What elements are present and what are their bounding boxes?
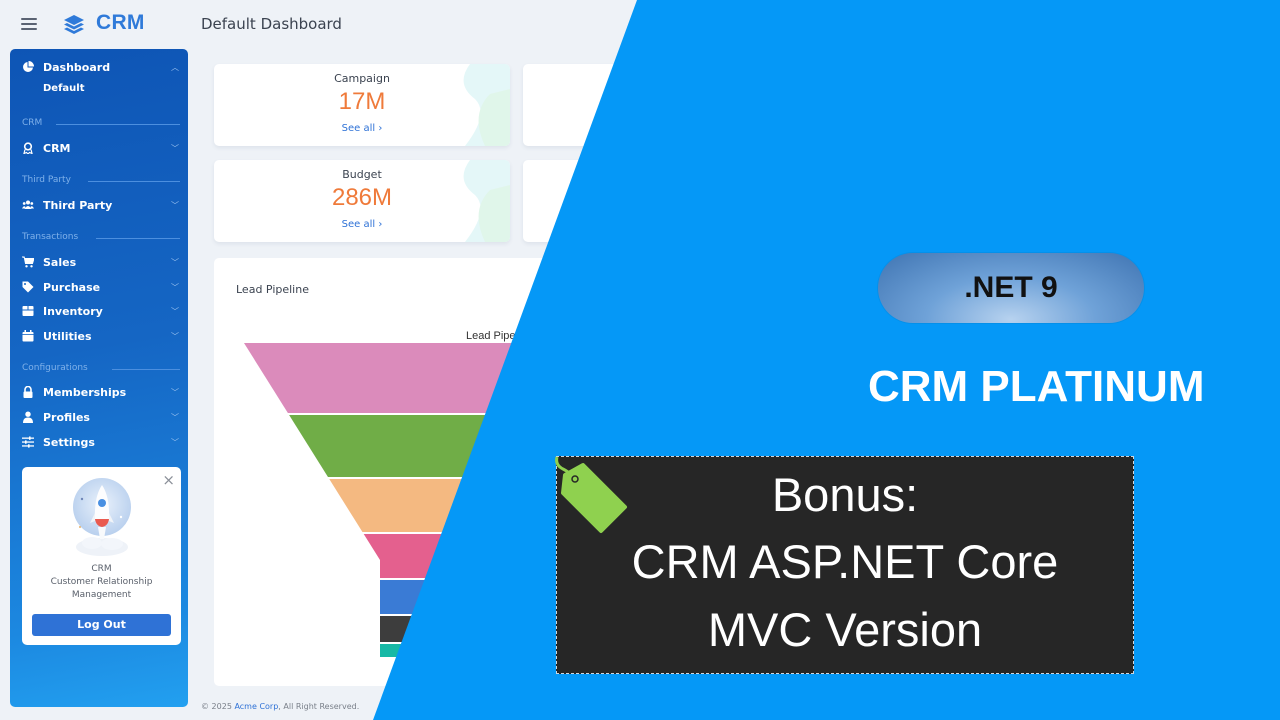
- section-title: Transactions: [22, 232, 79, 242]
- sidebar-item-label: CRM: [43, 142, 71, 155]
- sidebar-item-label: Third Party: [43, 199, 113, 212]
- product-headline: CRM PLATINUM: [868, 362, 1205, 411]
- footer: © 2025 Acme Corp, All Right Reserved.: [201, 702, 359, 711]
- section-divider: [88, 181, 180, 182]
- section-title: Third Party: [22, 175, 71, 185]
- close-icon[interactable]: ×: [162, 471, 175, 489]
- section-divider: [112, 369, 180, 370]
- promo-line-1: Customer Relationship: [50, 577, 153, 587]
- chevron-up-icon: ︿: [171, 63, 179, 72]
- sidebar-item-label: Sales: [43, 256, 77, 269]
- lock-icon: [23, 386, 33, 398]
- chevron-down-icon: ﹀: [171, 258, 179, 267]
- sidebar-item-settings[interactable]: Settings ﹀: [10, 432, 188, 454]
- stat-card-campaign: Campaign 17M See all ›: [214, 64, 510, 146]
- section-divider: [96, 238, 180, 239]
- section-header-transactions: Transactions: [22, 232, 180, 244]
- card-title: Campaign: [334, 72, 390, 85]
- sidebar-item-memberships[interactable]: Memberships ﹀: [10, 382, 188, 404]
- section-header-third-party: Third Party: [22, 175, 180, 187]
- section-divider: [56, 124, 180, 125]
- sidebar-item-label: Dashboard: [43, 61, 111, 74]
- footer-suffix: , All Right Reserved.: [278, 702, 360, 711]
- sidebar-item-crm[interactable]: CRM ﹀: [10, 138, 188, 160]
- chevron-down-icon: ﹀: [171, 332, 179, 341]
- chevron-down-icon: ﹀: [171, 144, 179, 153]
- sidebar-item-third-party[interactable]: Third Party ﹀: [10, 195, 188, 217]
- section-title: CRM: [22, 118, 43, 128]
- see-all-link[interactable]: See all ›: [214, 219, 510, 230]
- sidebar-subitem-default[interactable]: Default: [43, 83, 85, 94]
- section-header-crm: CRM: [22, 118, 180, 130]
- page-title: Default Dashboard: [201, 15, 342, 33]
- user-icon: [23, 411, 33, 423]
- users-icon: [22, 200, 34, 209]
- bonus-line-3: MVC Version: [707, 603, 983, 656]
- hamburger-menu-icon[interactable]: [21, 18, 37, 30]
- bonus-line-1: Bonus:: [771, 468, 919, 521]
- sidebar-item-label: Memberships: [43, 386, 127, 399]
- sidebar-item-label: Inventory: [43, 305, 103, 318]
- chevron-down-icon: ﹀: [171, 438, 179, 447]
- section-header-configurations: Configurations: [22, 363, 180, 375]
- bonus-banner: Bonus: CRM ASP.NET Core MVC Version: [555, 456, 1134, 674]
- section-title: Configurations: [22, 363, 88, 373]
- dotnet-badge: .NET 9: [878, 253, 1144, 323]
- chevron-down-icon: ﹀: [171, 413, 179, 422]
- sidebar-item-label: Settings: [43, 436, 95, 449]
- chevron-down-icon: ﹀: [171, 388, 179, 397]
- chevron-down-icon: ﹀: [171, 201, 179, 210]
- promo-title: CRM: [91, 564, 112, 574]
- award-icon: [23, 142, 33, 154]
- sidebar-item-purchase[interactable]: Purchase ﹀: [10, 277, 188, 299]
- see-all-link[interactable]: See all ›: [214, 123, 510, 134]
- logout-button[interactable]: Log Out: [32, 614, 171, 636]
- chevron-down-icon: ﹀: [171, 307, 179, 316]
- stat-card-2: [523, 64, 723, 146]
- footer-prefix: © 2025: [201, 702, 235, 711]
- sidebar-item-utilities[interactable]: Utilities ﹀: [10, 326, 188, 348]
- bonus-line-2: CRM ASP.NET Core: [631, 535, 1059, 588]
- funnel-stage-1[interactable]: [244, 343, 784, 413]
- stat-card-budget: Budget 286M See all ›: [214, 160, 510, 242]
- tag-icon: [22, 281, 34, 293]
- chart-title: Lead Pipe: [466, 330, 516, 342]
- company-link[interactable]: Acme Corp: [234, 702, 278, 711]
- promo-card: × CRM Customer Relationship Management L…: [22, 467, 181, 645]
- chevron-down-icon: ﹀: [171, 283, 179, 292]
- sidebar-item-label: Purchase: [43, 281, 101, 294]
- sidebar-item-label: Utilities: [43, 330, 92, 343]
- sidebar-item-dashboard[interactable]: Dashboard ︿: [10, 57, 188, 79]
- top-bar: CRM Default Dashboard: [0, 0, 1280, 48]
- card-title: Budget: [342, 168, 382, 181]
- brand-logo-text[interactable]: CRM: [96, 11, 145, 35]
- badge-text: .NET 9: [964, 271, 1058, 304]
- sidebar-item-inventory[interactable]: Inventory ﹀: [10, 301, 188, 323]
- sidebar-item-profiles[interactable]: Profiles ﹀: [10, 407, 188, 429]
- layers-logo-icon: [64, 15, 84, 34]
- sidebar-item-sales[interactable]: Sales ﹀: [10, 252, 188, 274]
- card-value: 286M: [331, 184, 393, 211]
- card-value: 17M: [338, 88, 386, 115]
- box-icon: [22, 306, 34, 316]
- rocket-illustration-icon: [73, 478, 131, 556]
- sliders-icon: [22, 436, 34, 448]
- stat-card-4: [523, 160, 723, 242]
- promo-line-2: Management: [71, 590, 132, 600]
- sidebar-item-label: Profiles: [43, 411, 90, 424]
- cart-icon: [22, 256, 34, 268]
- chart-pie-icon: [23, 61, 34, 72]
- calendar-icon: [22, 330, 34, 342]
- sidebar: Dashboard ︿ Default CRM CRM ﹀ Third Part…: [10, 49, 188, 707]
